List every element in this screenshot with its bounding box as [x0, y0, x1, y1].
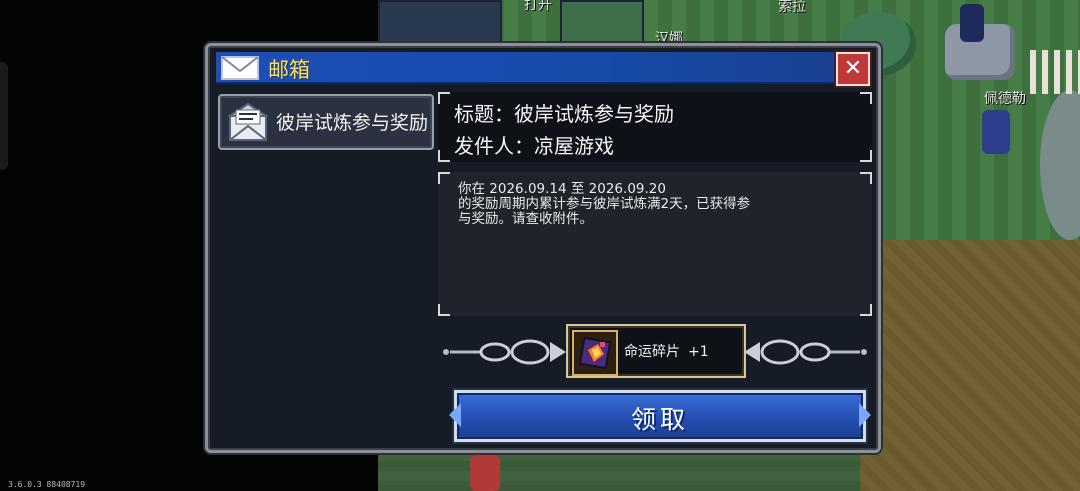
frame-corner	[860, 150, 872, 162]
mail-title: 标题：彼岸试炼参与奖励	[454, 102, 674, 126]
claim-button[interactable]: 领取	[449, 390, 871, 442]
close-button[interactable]: ✕	[836, 52, 870, 86]
ornament-left-icon	[443, 339, 566, 365]
npc-character[interactable]	[960, 4, 984, 42]
building	[560, 0, 644, 44]
frame-corner	[860, 304, 872, 316]
close-icon: ✕	[843, 56, 863, 81]
mail-sender: 发件人：凉屋游戏	[454, 134, 614, 158]
attachment-icon-frame	[572, 330, 618, 376]
dirt-ground	[860, 240, 1080, 491]
npc-name-label: 打开	[524, 0, 552, 13]
attachment-row: 命运碎片 +1	[438, 324, 872, 380]
npc-name-label: 佩德勒	[984, 91, 1026, 107]
envelope-icon	[221, 56, 259, 80]
version-text: 3.6.0.3 88408719	[8, 480, 86, 489]
mail-body: 你在 2026.09.14 至 2026.09.20 的奖励周期内累计参与彼岸试…	[438, 172, 872, 316]
side-tab	[0, 62, 8, 170]
attachment-label: 命运碎片 +1	[624, 341, 709, 361]
frame-corner	[438, 150, 450, 162]
mail-body-text: 你在 2026.09.14 至 2026.09.20 的奖励周期内累计参与彼岸试…	[458, 181, 751, 227]
player-character	[470, 455, 500, 491]
frame-corner	[438, 304, 450, 316]
npc-character[interactable]	[982, 110, 1010, 154]
ornament-right-icon	[744, 339, 867, 365]
mail-header: 标题：彼岸试炼参与奖励 发件人：凉屋游戏	[438, 92, 872, 162]
mail-item-label: 彼岸试炼参与奖励	[276, 112, 428, 134]
attachment-count: +1	[688, 344, 709, 360]
fence	[1030, 50, 1080, 94]
title-bar: 邮箱	[216, 52, 870, 84]
mailbox-window: 邮箱 ✕ 彼岸试炼参与奖励 标题：彼岸试炼参与奖励 发件人：凉屋游戏 你在 20…	[205, 43, 881, 453]
frame-corner	[438, 172, 450, 184]
mail-list: 彼岸试炼参与奖励	[216, 86, 434, 440]
frame-corner	[860, 92, 872, 104]
claim-button-label: 领取	[630, 405, 689, 434]
opened-envelope-icon	[228, 102, 268, 141]
attachment-name: 命运碎片	[624, 344, 680, 360]
window-title: 邮箱	[268, 58, 310, 82]
attachment-item[interactable]: 命运碎片 +1	[566, 324, 746, 378]
frame-corner	[860, 172, 872, 184]
fate-fragment-icon	[578, 336, 612, 370]
frame-corner	[438, 92, 450, 104]
npc-name-label: 索拉	[778, 0, 806, 15]
mail-list-item[interactable]: 彼岸试炼参与奖励	[218, 94, 434, 150]
